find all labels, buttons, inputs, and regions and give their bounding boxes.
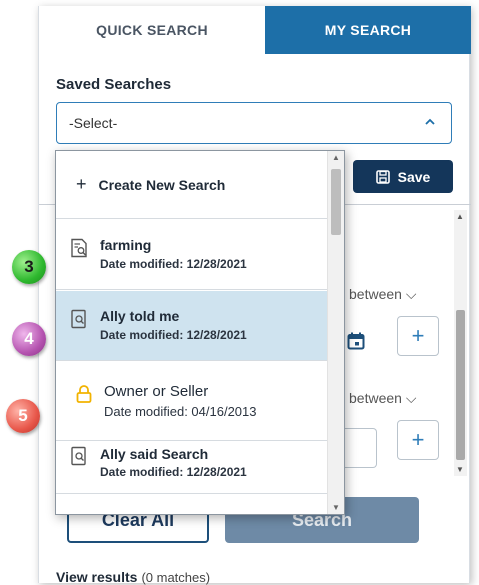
lock-icon (76, 385, 92, 403)
saved-search-date: Date modified: 12/28/2021 (100, 328, 247, 342)
chevron-up-icon (423, 115, 437, 129)
saved-searches-select[interactable]: -Select- (56, 102, 452, 144)
save-icon (375, 169, 390, 184)
chevron-down-icon: ⌵ (405, 390, 417, 406)
saved-search-option-farming[interactable]: farming Date modified: 12/28/2021 (56, 220, 328, 290)
saved-searches-label: Saved Searches (56, 76, 172, 93)
saved-search-option-ally-said-search[interactable]: Ally said Search Date modified: 12/28/20… (56, 430, 328, 494)
saved-search-date: Date modified: 12/28/2021 (100, 257, 247, 271)
saved-search-date: Date modified: 12/28/2021 (100, 465, 247, 479)
saved-search-option-ally-told-me[interactable]: Ally told me Date modified: 12/28/2021 (56, 291, 328, 361)
tab-my-search[interactable]: MY SEARCH (265, 6, 471, 54)
plus-icon: + (76, 174, 87, 194)
saved-searches-dropdown: + Create New Search farming Date modifie… (55, 150, 345, 515)
scroll-up-icon[interactable]: ▲ (456, 212, 464, 221)
scrollbar-thumb[interactable] (331, 169, 341, 235)
search-tabs: QUICK SEARCH MY SEARCH (39, 6, 471, 54)
add-criteria-button-1[interactable]: + (397, 316, 439, 356)
callout-badge-4: 4 (12, 322, 46, 356)
between-select-2[interactable]: between ⌵ (349, 390, 416, 407)
callout-badge-3: 3 (12, 250, 46, 284)
scroll-down-icon[interactable]: ▼ (456, 465, 464, 474)
saved-search-name: Ally said Search (100, 446, 209, 462)
saved-search-list-icon (71, 238, 87, 258)
saved-search-date: Date modified: 04/16/2013 (104, 404, 257, 419)
criteria-scrollbar[interactable]: ▲ ▼ (454, 210, 467, 476)
select-value: -Select- (69, 115, 118, 131)
scrollbar-thumb[interactable] (456, 310, 465, 460)
tab-quick-search[interactable]: QUICK SEARCH (39, 6, 265, 54)
add-criteria-button-2[interactable]: + (397, 420, 439, 460)
plus-icon: + (411, 427, 425, 452)
between-select-1[interactable]: between ⌵ (349, 286, 416, 303)
saved-search-name: farming (100, 237, 152, 253)
between-label-1: between (349, 286, 402, 302)
save-button[interactable]: Save (353, 160, 453, 193)
saved-search-name: Ally told me (100, 308, 180, 324)
saved-search-icon (71, 309, 86, 329)
callout-badge-5: 5 (6, 399, 40, 433)
between-label-2: between (349, 390, 402, 406)
scroll-up-icon[interactable]: ▲ (332, 153, 340, 162)
plus-icon: + (411, 323, 425, 348)
save-label: Save (397, 168, 431, 185)
dropdown-scrollbar[interactable]: ▲ ▼ (327, 151, 344, 514)
calendar-icon[interactable] (347, 332, 365, 350)
create-new-search-label: Create New Search (98, 176, 226, 193)
scroll-down-icon[interactable]: ▼ (332, 503, 340, 512)
create-new-search-option[interactable]: + Create New Search (56, 151, 328, 219)
chevron-down-icon: ⌵ (405, 286, 417, 302)
saved-search-name: Owner or Seller (104, 383, 209, 400)
saved-search-icon (71, 446, 86, 466)
